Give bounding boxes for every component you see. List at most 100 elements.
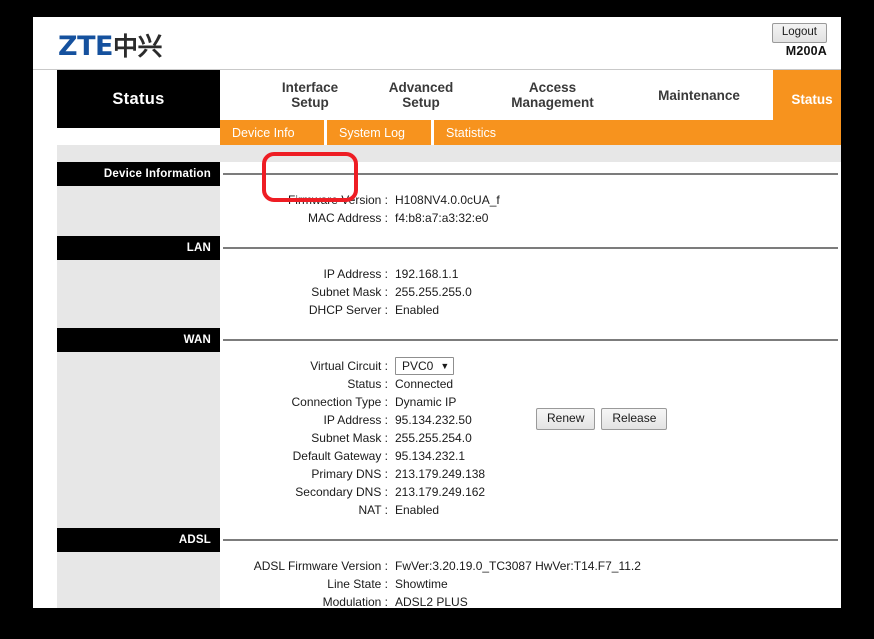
field-nat-label: NAT :	[358, 503, 388, 517]
tab-advanced-setup[interactable]: Advanced Setup	[366, 70, 476, 120]
field-firmware-version-label: Firmware Version :	[287, 193, 388, 207]
field-lan-subnet-mask-value: 255.255.255.0	[395, 285, 472, 299]
field-lan-ip-address: IP Address : 192.168.1.1	[33, 267, 841, 285]
section-rule	[223, 539, 838, 541]
tab-maintenance-label: Maintenance	[658, 87, 740, 103]
section-rule	[223, 173, 838, 175]
field-secondary-dns-value: 213.179.249.162	[395, 485, 486, 499]
tab-status-label: Status	[791, 91, 833, 107]
field-dhcp-server-value: Enabled	[395, 303, 440, 317]
field-modulation-label: Modulation :	[322, 595, 388, 608]
section-body-wan: Virtual Circuit : PVC0 ▼ Status : Connec…	[33, 352, 841, 528]
release-button[interactable]: Release	[601, 408, 668, 430]
section-title-status: Status	[57, 70, 220, 128]
subtab-statistics[interactable]: Statistics	[434, 120, 538, 145]
section-header-wan: WAN	[33, 328, 841, 352]
field-list-lan: IP Address : 192.168.1.1 Subnet Mask : 2…	[33, 260, 841, 328]
browser-frame: ZTE中兴 Logout M200A Status Interface Setu…	[0, 0, 874, 639]
section-header-device-information-label: Device Information	[57, 162, 220, 186]
wan-action-buttons: Renew Release	[536, 408, 668, 430]
chevron-down-icon: ▼	[440, 361, 450, 371]
field-primary-dns: Primary DNS : 213.179.249.138	[33, 467, 841, 485]
tab-interface-setup[interactable]: Interface Setup	[262, 70, 358, 120]
page-header: ZTE中兴 Logout M200A	[33, 17, 841, 70]
zte-logo: ZTE中兴	[58, 33, 162, 60]
logout-button[interactable]: Logout	[771, 23, 827, 43]
field-line-state-value: Showtime	[395, 577, 448, 591]
section-rule	[223, 339, 838, 341]
field-mac-address-label: MAC Address :	[307, 211, 388, 225]
tab-access-management-label: Access Management	[511, 80, 594, 110]
tab-maintenance[interactable]: Maintenance	[629, 70, 769, 120]
section-header-adsl: ADSL	[33, 528, 841, 552]
zte-logo-cjk: 中兴	[112, 32, 163, 61]
field-adsl-firmware-version-label: ADSL Firmware Version :	[253, 559, 388, 573]
field-line-state-label: Line State :	[327, 577, 388, 591]
virtual-circuit-select-value: PVC0	[402, 359, 434, 373]
field-lan-subnet-mask-label: Subnet Mask :	[311, 285, 388, 299]
subtab-device-info-label: Device Info	[232, 125, 295, 140]
field-list-adsl: ADSL Firmware Version : FwVer:3.20.19.0_…	[33, 552, 841, 608]
navigation-bar: Status Interface Setup Advanced Setup Ac…	[33, 70, 841, 202]
field-lan-subnet-mask: Subnet Mask : 255.255.255.0	[33, 285, 841, 303]
field-wan-subnet-mask-value: 255.255.254.0	[395, 431, 472, 445]
field-dhcp-server-label: DHCP Server :	[308, 303, 388, 317]
field-line-state: Line State : Showtime	[33, 577, 841, 595]
field-wan-subnet-mask-label: Subnet Mask :	[311, 431, 388, 445]
field-wan-status-value: Connected	[395, 377, 454, 391]
field-connection-type: Connection Type : Dynamic IP	[33, 395, 841, 413]
section-rule	[223, 247, 838, 249]
subtab-statistics-label: Statistics	[446, 125, 497, 140]
field-dhcp-server: DHCP Server : Enabled	[33, 303, 841, 321]
section-header-device-information: Device Information	[33, 162, 841, 186]
zte-logo-latin: ZTE	[58, 31, 113, 62]
tab-interface-setup-label: Interface Setup	[281, 80, 339, 110]
field-virtual-circuit-label: Virtual Circuit :	[310, 359, 388, 373]
field-secondary-dns: Secondary DNS : 213.179.249.162	[33, 485, 841, 503]
field-virtual-circuit: Virtual Circuit : PVC0 ▼	[33, 357, 841, 377]
field-primary-dns-label: Primary DNS :	[311, 467, 388, 481]
subtab-system-log-label: System Log	[339, 125, 406, 140]
field-secondary-dns-label: Secondary DNS :	[295, 485, 388, 499]
virtual-circuit-select[interactable]: PVC0 ▼	[395, 357, 455, 375]
field-default-gateway-label: Default Gateway :	[292, 449, 388, 463]
field-wan-ip-address-label: IP Address :	[323, 413, 388, 427]
section-header-lan: LAN	[33, 236, 841, 260]
field-wan-status: Status : Connected	[33, 377, 841, 395]
field-firmware-version: Firmware Version : H108NV4.0.0cUA_f	[33, 193, 841, 211]
field-connection-type-value: Dynamic IP	[395, 395, 457, 409]
field-default-gateway-value: 95.134.232.1	[395, 449, 466, 463]
field-adsl-firmware-version-value: FwVer:3.20.19.0_TC3087 HwVer:T14.F7_11.2	[395, 559, 641, 573]
tab-access-management[interactable]: Access Management	[480, 70, 625, 120]
field-modulation: Modulation : ADSL2 PLUS	[33, 595, 841, 608]
field-connection-type-label: Connection Type :	[291, 395, 388, 409]
field-wan-ip-address: IP Address : 95.134.232.50	[33, 413, 841, 431]
field-wan-subnet-mask: Subnet Mask : 255.255.254.0	[33, 431, 841, 449]
field-lan-ip-address-value: 192.168.1.1	[395, 267, 459, 281]
section-body-adsl: ADSL Firmware Version : FwVer:3.20.19.0_…	[33, 552, 841, 608]
field-adsl-firmware-version: ADSL Firmware Version : FwVer:3.20.19.0_…	[33, 559, 841, 577]
renew-button[interactable]: Renew	[536, 408, 596, 430]
field-modulation-value: ADSL2 PLUS	[395, 595, 468, 608]
field-firmware-version-value: H108NV4.0.0cUA_f	[395, 193, 500, 207]
subtab-system-log[interactable]: System Log	[327, 120, 431, 145]
field-mac-address-value: f4:b8:a7:a3:32:e0	[395, 211, 489, 225]
field-nat-value: Enabled	[395, 503, 440, 517]
field-mac-address: MAC Address : f4:b8:a7:a3:32:e0	[33, 211, 841, 229]
main-tab-row: Status Interface Setup Advanced Setup Ac…	[33, 70, 841, 128]
content-area: Device Information Firmware Version : H1…	[33, 145, 841, 608]
field-default-gateway: Default Gateway : 95.134.232.1	[33, 449, 841, 467]
model-label: M200A	[785, 44, 827, 58]
section-header-lan-label: LAN	[57, 236, 220, 260]
field-nat: NAT : Enabled	[33, 503, 841, 521]
field-lan-ip-address-label: IP Address :	[323, 267, 388, 281]
sub-tab-row: Device Info System Log Statistics	[220, 120, 841, 145]
field-list-wan: Virtual Circuit : PVC0 ▼ Status : Connec…	[33, 352, 841, 528]
section-body-device-information: Firmware Version : H108NV4.0.0cUA_f MAC …	[33, 186, 841, 236]
field-primary-dns-value: 213.179.249.138	[395, 467, 486, 481]
section-header-adsl-label: ADSL	[57, 528, 220, 552]
subtab-device-info[interactable]: Device Info	[220, 120, 324, 145]
router-admin-page: ZTE中兴 Logout M200A Status Interface Setu…	[33, 17, 841, 608]
section-body-lan: IP Address : 192.168.1.1 Subnet Mask : 2…	[33, 260, 841, 328]
content-top-spacer	[57, 145, 841, 162]
